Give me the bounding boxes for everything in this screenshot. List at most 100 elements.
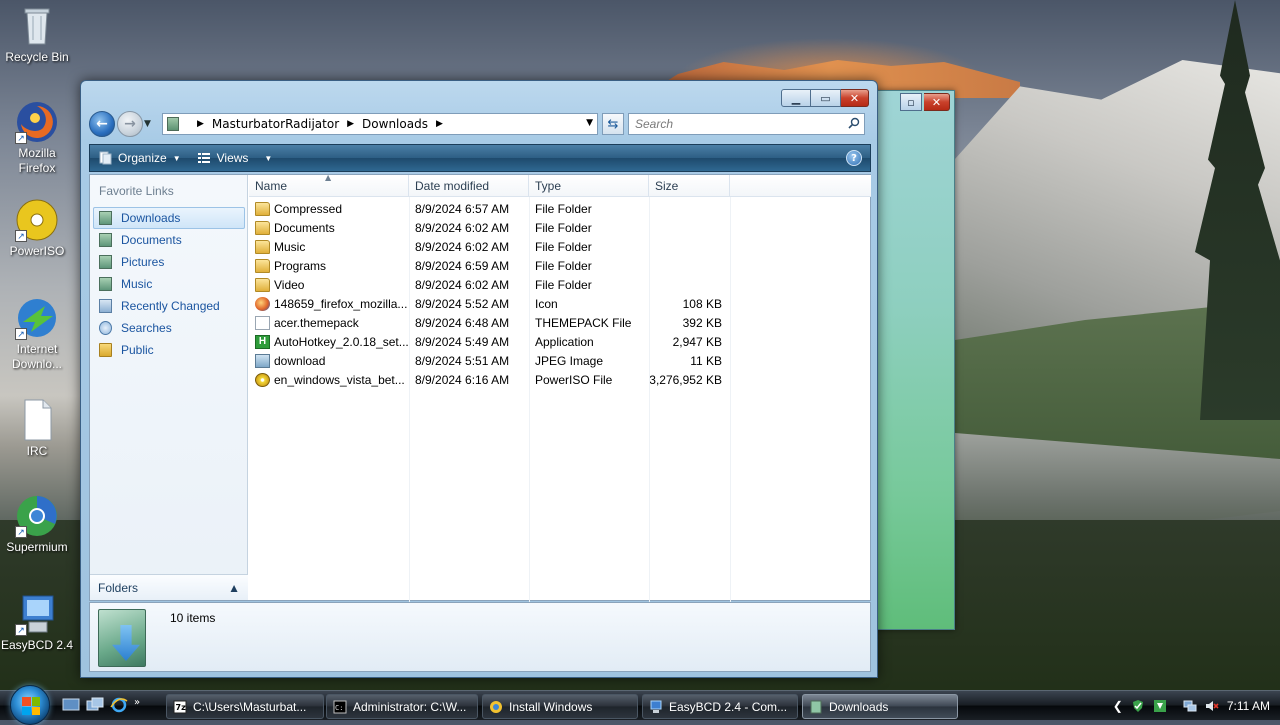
desktop-icon-firefox[interactable]: ↗ Mozilla Firefox xyxy=(0,100,74,176)
close-button[interactable]: ✕ xyxy=(841,89,869,107)
sidebar-item-recently-changed[interactable]: Recently Changed xyxy=(93,295,245,317)
taskbar: » 7z C:\Users\Masturbat... C: Administra… xyxy=(0,685,1280,725)
recent-pages-button[interactable]: ▼ xyxy=(144,119,156,129)
file-row[interactable]: Programs 8/9/2024 6:59 AM File Folder xyxy=(249,256,871,275)
file-type: Application xyxy=(535,334,594,349)
folders-toggle[interactable]: Folders ▲ xyxy=(90,574,248,600)
desktop-icon-label: Recycle Bin xyxy=(5,50,69,64)
close-button[interactable]: ✕ xyxy=(924,93,950,111)
file-row[interactable]: 148659_firefox_mozilla... 8/9/2024 5:52 A… xyxy=(249,294,871,313)
sidebar-item-documents[interactable]: Documents xyxy=(93,229,245,251)
network-icon[interactable] xyxy=(1183,699,1197,713)
file-row[interactable]: Music 8/9/2024 6:02 AM File Folder xyxy=(249,237,871,256)
file-row[interactable]: H AutoHotkey_2.0.18_set... 8/9/2024 5:49 A… xyxy=(249,332,871,351)
sidebar-item-pictures[interactable]: Pictures xyxy=(93,251,245,273)
7zip-icon: 7z xyxy=(173,700,187,714)
desktop-icon-irc[interactable]: IRC xyxy=(0,398,74,459)
file-row[interactable]: Video 8/9/2024 6:02 AM File Folder xyxy=(249,275,871,294)
public-folder-icon xyxy=(99,343,112,357)
search-box[interactable] xyxy=(628,113,865,135)
file-type: Icon xyxy=(535,296,558,311)
file-name-cell: H AutoHotkey_2.0.18_set... xyxy=(249,334,409,349)
address-dropdown-icon[interactable]: ▼ xyxy=(586,118,593,128)
column-header-type[interactable]: Type xyxy=(529,175,649,197)
shortcut-arrow-icon: ↗ xyxy=(15,624,27,636)
address-bar[interactable]: ▶ MasturbatorRadijator ▶ Downloads ▶ ▼ xyxy=(162,113,598,135)
desktop-icon-recycle-bin[interactable]: Recycle Bin xyxy=(0,4,74,65)
sidebar-item-label: Documents xyxy=(121,233,182,247)
desktop-icon-internet-download-manager[interactable]: ↗ Internet Downlo... xyxy=(0,296,74,372)
system-tray: ❮ 7:11 AM xyxy=(1113,691,1280,721)
file-date-modified: 8/9/2024 6:02 AM xyxy=(415,239,510,254)
desktop-icon-poweriso[interactable]: ↗ PowerISO xyxy=(0,198,74,259)
sidebar-item-music[interactable]: Music xyxy=(93,273,245,295)
file-date-modified: 8/9/2024 6:59 AM xyxy=(415,258,510,273)
help-button[interactable]: ? xyxy=(846,150,862,166)
maximize-button[interactable]: ▭ xyxy=(811,89,841,107)
start-button[interactable] xyxy=(10,685,50,725)
sidebar-item-label: Pictures xyxy=(121,255,165,269)
searches-icon xyxy=(99,321,112,335)
clock[interactable]: 7:11 AM xyxy=(1227,699,1270,713)
sidebar-item-searches[interactable]: Searches xyxy=(93,317,245,339)
volume-muted-icon[interactable] xyxy=(1205,699,1219,713)
switch-windows-icon[interactable] xyxy=(86,697,104,713)
security-shield-icon[interactable] xyxy=(1131,699,1145,713)
folders-label: Folders xyxy=(98,580,139,595)
taskbar-button-downloads[interactable]: Downloads xyxy=(802,694,958,719)
internet-explorer-icon[interactable] xyxy=(110,697,128,713)
help-icon: ? xyxy=(851,153,857,164)
file-row[interactable]: acer.themepack 8/9/2024 6:48 AM THEMEPACK … xyxy=(249,313,871,332)
column-header-date-modified[interactable]: Date modified xyxy=(409,175,529,197)
breadcrumb-chevron-icon[interactable]: ▶ xyxy=(347,119,354,129)
desktop-icon-supermium[interactable]: ↗ Supermium xyxy=(0,494,74,555)
taskbar-button-install-windows[interactable]: Install Windows xyxy=(482,694,638,719)
minimize-button[interactable]: ▁ xyxy=(781,89,811,107)
idm-tray-icon[interactable] xyxy=(1153,699,1167,713)
file-row[interactable]: download 8/9/2024 5:51 AM JPEG Image 11 KB xyxy=(249,351,871,370)
taskbar-button-7zip[interactable]: 7z C:\Users\Masturbat... xyxy=(166,694,324,719)
restore-button[interactable]: ▫ xyxy=(900,93,922,111)
documents-folder-icon xyxy=(99,233,112,247)
sidebar-item-downloads[interactable]: Downloads xyxy=(93,207,245,229)
views-button[interactable]: Views ▼ xyxy=(189,145,281,171)
item-count: 10 items xyxy=(170,611,216,625)
desktop-icon-easybcd[interactable]: ↗ EasyBCD 2.4 xyxy=(0,592,74,653)
file-row[interactable]: Compressed 8/9/2024 6:57 AM File Folder xyxy=(249,199,871,218)
explorer-folder-icon xyxy=(809,700,823,714)
refresh-button[interactable]: ⇆ xyxy=(602,113,624,135)
taskbar-button-cmd[interactable]: C: Administrator: C:\W... xyxy=(326,694,478,719)
install-windows-icon xyxy=(489,700,503,714)
taskbar-button-easybcd[interactable]: EasyBCD 2.4 - Com... xyxy=(642,694,798,719)
breadcrumb-item[interactable]: Downloads xyxy=(362,117,428,131)
show-desktop-icon[interactable] xyxy=(62,697,80,713)
breadcrumb-item[interactable]: MasturbatorRadijator xyxy=(212,117,339,131)
file-name: Video xyxy=(274,277,305,292)
breadcrumb-chevron-icon[interactable]: ▶ xyxy=(436,119,443,129)
sidebar-item-public[interactable]: Public xyxy=(93,339,245,361)
file-row[interactable]: en_windows_vista_bet... 8/9/2024 6:16 AM P… xyxy=(249,370,871,389)
breadcrumb-chevron-icon[interactable]: ▶ xyxy=(197,119,204,129)
tray-expand-icon[interactable]: ❮ xyxy=(1113,699,1123,713)
organize-label: Organize xyxy=(118,151,167,165)
taskbar-button-label: Install Windows xyxy=(509,699,593,714)
file-row[interactable]: Documents 8/9/2024 6:02 AM File Folder xyxy=(249,218,871,237)
file-name: acer.themepack xyxy=(274,315,359,330)
sidebar-item-label: Public xyxy=(121,343,154,357)
column-header-size[interactable]: Size xyxy=(649,175,730,197)
quick-launch-overflow-icon[interactable]: » xyxy=(134,697,144,713)
search-icon[interactable] xyxy=(848,117,860,132)
organize-button[interactable]: Organize ▼ xyxy=(90,145,189,171)
file-rows: Compressed 8/9/2024 6:57 AM File Folder Doc… xyxy=(249,197,871,389)
search-input[interactable] xyxy=(633,116,833,132)
back-button[interactable]: ← xyxy=(89,111,115,137)
easybcd-icon xyxy=(649,700,663,714)
forward-button[interactable]: → xyxy=(117,111,143,137)
sort-ascending-icon: ▲ xyxy=(325,173,332,182)
quick-launch: » xyxy=(62,697,144,713)
background-window[interactable]: ▫ ✕ xyxy=(875,90,955,630)
desktop-icon-label: EasyBCD 2.4 xyxy=(0,638,74,652)
explorer-window[interactable]: ▁ ▭ ✕ ← → ▼ ▶ MasturbatorRadijator ▶ Dow… xyxy=(80,80,878,678)
file-name: Compressed xyxy=(274,201,343,216)
autohotkey-icon: H xyxy=(255,334,270,349)
